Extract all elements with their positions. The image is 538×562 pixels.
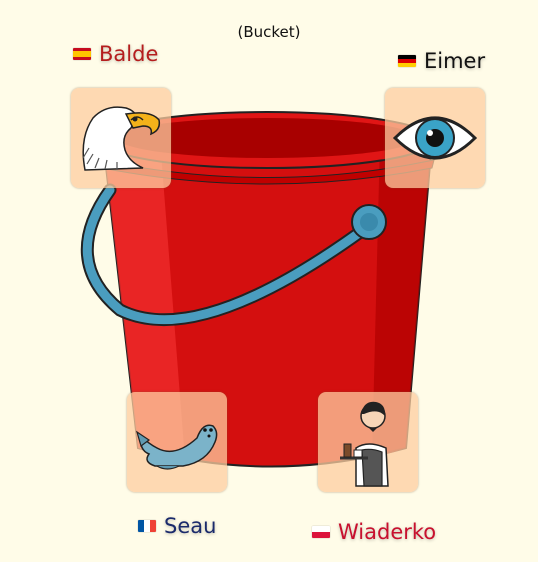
english-caption: (Bucket) (237, 23, 301, 41)
word-german-text: Eimer (424, 49, 486, 73)
bucket-illustration (80, 111, 435, 468)
tile-seal[interactable] (127, 392, 227, 492)
france-flag-icon (138, 520, 156, 532)
word-polish-text: Wiaderko (338, 520, 437, 544)
word-spanish: Balde (73, 42, 158, 66)
waiter-icon (340, 401, 389, 487)
word-polish: Wiaderko (312, 520, 436, 544)
germany-flag-icon (398, 55, 416, 67)
word-spanish-text: Balde (99, 42, 159, 66)
spain-flag-icon (73, 48, 91, 60)
poland-flag-icon (312, 526, 330, 538)
seal-icon (135, 424, 218, 470)
tile-eye[interactable] (385, 88, 485, 188)
word-german: Eimer (398, 49, 485, 73)
word-french: Seau (138, 514, 216, 538)
word-french-text: Seau (164, 514, 217, 538)
eagle-icon (82, 106, 161, 171)
tile-eagle[interactable] (71, 88, 171, 188)
tile-waiter[interactable] (318, 392, 418, 492)
eye-icon (392, 116, 478, 160)
